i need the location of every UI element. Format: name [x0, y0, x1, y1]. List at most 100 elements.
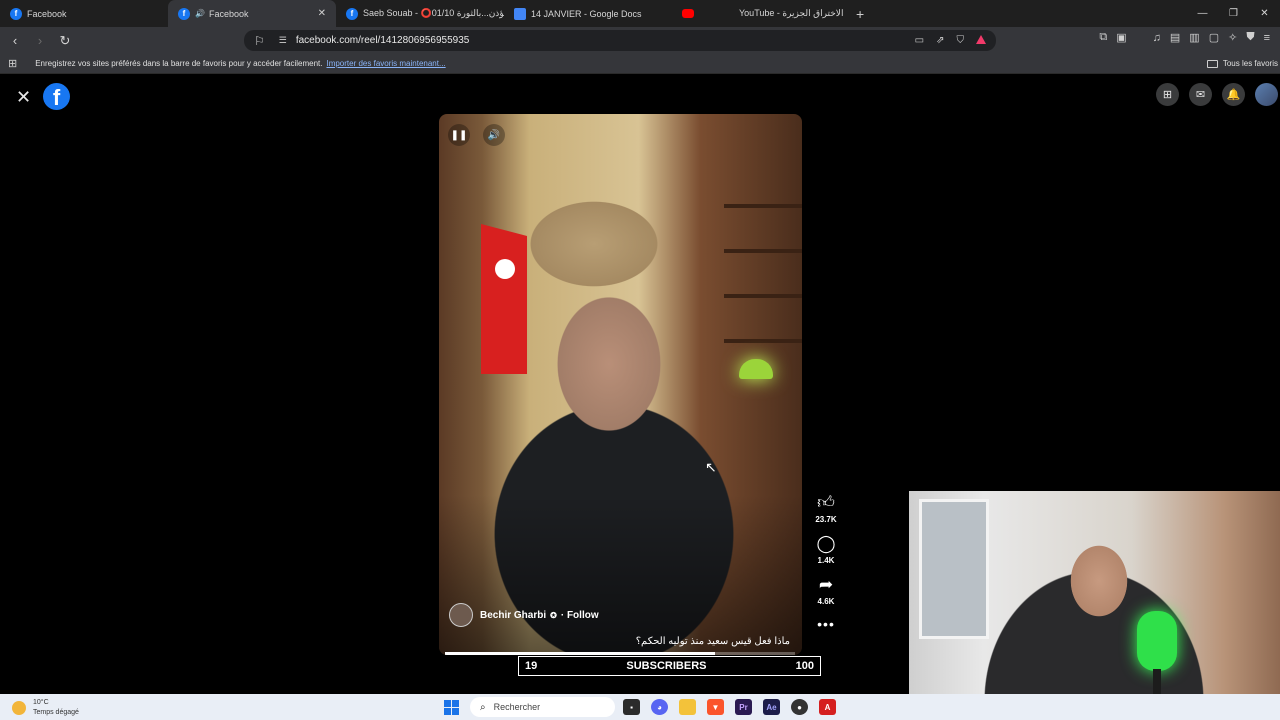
brave-rewards-icon[interactable] — [976, 35, 986, 44]
leo-ai-icon[interactable]: ✧ — [1228, 31, 1237, 44]
reel-video[interactable]: ❚❚ 🔊 ↖ Bechir Gharbi ✪ · Follow ماذا فعل… — [439, 114, 802, 655]
more-options-icon[interactable]: ••• — [817, 616, 835, 632]
extensions-icon[interactable]: ⧉ — [1099, 31, 1107, 44]
microphone — [1137, 611, 1177, 671]
share-action[interactable]: ➦ 4.6K — [818, 575, 835, 606]
menu-icon[interactable]: ≡ — [1264, 32, 1270, 44]
reel-caption: ماذا فعل قيس سعيد منذ توليه الحكم؟ — [635, 636, 790, 647]
search-placeholder: Rechercher — [493, 702, 541, 712]
tab-google-docs[interactable]: 14 JANVIER - Google Docs — [504, 0, 672, 27]
brave-shield-icon[interactable]: ⛉ — [957, 35, 965, 46]
apps-grid-icon[interactable]: ⊞ — [8, 57, 17, 70]
tab-title: Facebook — [208, 8, 249, 19]
address-bar-actions: ▭ ⇗ ⛉ — [915, 35, 986, 46]
video-shade — [439, 495, 802, 655]
share-icon[interactable]: ⇗ — [936, 35, 944, 46]
weather-condition: Temps dégagé — [33, 709, 79, 716]
facebook-icon: f — [178, 7, 190, 20]
video-progress-bar[interactable] — [445, 652, 795, 655]
pause-icon[interactable]: ❚❚ — [448, 124, 470, 146]
bookshelf — [724, 294, 802, 298]
folder-icon — [1206, 59, 1218, 68]
like-action[interactable]: 👍︎ 23.7K — [815, 493, 836, 524]
subscribers-label: SUBSCRIBERS — [626, 660, 707, 672]
bookshelf — [724, 249, 802, 253]
after-effects-icon[interactable]: Ae — [763, 699, 780, 715]
author-name[interactable]: Bechir Gharbi — [480, 610, 546, 621]
reel-author[interactable]: Bechir Gharbi ✪ · Follow — [449, 603, 599, 627]
like-icon[interactable]: 👍︎ — [817, 493, 835, 513]
comment-count: 1.4K — [817, 556, 835, 565]
back-icon[interactable]: ‹ — [5, 33, 25, 48]
new-tab-button[interactable]: + — [856, 6, 864, 22]
brave-icon[interactable]: ▼ — [707, 699, 724, 715]
import-bookmarks-link[interactable]: Importer des favoris maintenant... — [326, 59, 445, 68]
facebook-icon: f — [10, 7, 22, 20]
bookmarks-bar: ⊞ Enregistrez vos sites préférés dans la… — [0, 54, 1280, 74]
reading-list-icon[interactable]: ▤ — [1170, 31, 1180, 44]
minimize-icon[interactable]: — — [1187, 8, 1218, 19]
wallet-icon[interactable]: ▢ — [1209, 31, 1219, 44]
taskbar-search[interactable]: ⌕ Rechercher — [470, 697, 615, 717]
tab-saeb-souab[interactable]: f Saeb Souab - ⭕01/10 مؤذن...بالثورة — [336, 0, 504, 27]
folder-icon[interactable] — [679, 699, 696, 715]
close-tab-icon[interactable]: ✕ — [318, 8, 326, 19]
share-icon[interactable]: ➦ — [819, 575, 833, 595]
subscribers-goal: 100 — [795, 660, 814, 672]
search-icon: ⌕ — [480, 701, 486, 713]
tab-facebook-1[interactable]: f Facebook — [0, 0, 168, 27]
subscribers-current: 19 — [525, 660, 538, 672]
volume-icon[interactable]: 🔊 — [483, 124, 505, 146]
toolbar-extensions: ⧉ ▣ ♫ ▤ ▥ ▢ ✧ ⛊ ≡ — [1099, 31, 1270, 44]
all-favorites-label: Tous les favoris — [1222, 59, 1278, 68]
tab-title: YouTube - الاختراق الجزيرة — [739, 8, 844, 18]
weather-widget[interactable]: 10°C Temps dégagé — [12, 698, 79, 718]
moon-icon — [12, 701, 26, 715]
screenshot-icon[interactable]: ▣ — [1116, 31, 1126, 44]
speaker-icon[interactable]: 🔊 — [195, 9, 205, 18]
app-icon[interactable]: ● — [791, 699, 808, 715]
facebook-logo[interactable]: f — [43, 83, 70, 110]
file-explorer-icon[interactable]: ▪ — [623, 699, 640, 715]
cast-icon[interactable]: ▭ — [915, 35, 924, 46]
bookshelf — [724, 339, 802, 343]
flag-emblem — [495, 259, 515, 279]
site-info-icon[interactable]: ☰ — [279, 35, 287, 46]
address-bar[interactable]: ⚐ ☰ facebook.com/reel/1412806956955935 ▭… — [244, 30, 996, 51]
comment-icon[interactable]: ◯ — [816, 534, 835, 554]
premiere-pro-icon[interactable]: Pr — [735, 699, 752, 715]
tab-youtube[interactable]: YouTube - الاختراق الجزيرة — [672, 0, 850, 27]
comment-action[interactable]: ◯ 1.4K — [816, 534, 835, 565]
messenger-icon[interactable]: ✉ — [1189, 83, 1212, 106]
notifications-icon[interactable]: 🔔 — [1222, 83, 1245, 106]
reload-icon[interactable]: ↻ — [55, 33, 75, 49]
facebook-icon: f — [346, 7, 358, 20]
bookmark-icon[interactable]: ⚐ — [254, 34, 265, 48]
toolbar: ‹ › ↻ ⚐ ☰ facebook.com/reel/141280695695… — [0, 27, 1280, 54]
menu-grid-icon[interactable]: ⊞ — [1156, 83, 1179, 106]
tab-facebook-active[interactable]: f 🔊 Facebook ✕ — [168, 0, 336, 27]
music-icon[interactable]: ♫ — [1153, 32, 1161, 44]
facebook-header-actions: ⊞ ✉ 🔔 — [1156, 83, 1280, 106]
discord-icon[interactable]: ◕ — [651, 699, 668, 715]
sidebar-icon[interactable]: ▥ — [1189, 31, 1199, 44]
flag-image — [481, 224, 527, 374]
acrobat-icon[interactable]: A — [819, 699, 836, 715]
restore-icon[interactable]: ❐ — [1218, 8, 1249, 19]
url-text[interactable]: facebook.com/reel/1412806956955935 — [296, 35, 469, 46]
subscribers-overlay: 19 SUBSCRIBERS 100 — [518, 656, 821, 676]
close-window-icon[interactable]: ✕ — [1249, 8, 1280, 19]
forward-icon[interactable]: › — [30, 33, 50, 48]
like-count: 23.7K — [815, 515, 837, 524]
avatar[interactable] — [1255, 83, 1278, 106]
mouse-cursor: ↖ — [705, 459, 717, 475]
follow-button[interactable]: Follow — [567, 610, 599, 621]
windows-start-icon[interactable] — [444, 700, 459, 715]
all-favorites[interactable]: Tous les favoris — [1206, 59, 1278, 68]
vpn-icon[interactable]: ⛊ — [1246, 31, 1254, 44]
author-avatar[interactable] — [449, 603, 473, 627]
close-icon[interactable]: ✕ — [16, 87, 31, 108]
tab-title: 14 JANVIER - Google Docs — [531, 8, 642, 19]
verified-icon: ✪ — [550, 610, 557, 620]
window-controls: — ❐ ✕ — [1187, 0, 1280, 27]
